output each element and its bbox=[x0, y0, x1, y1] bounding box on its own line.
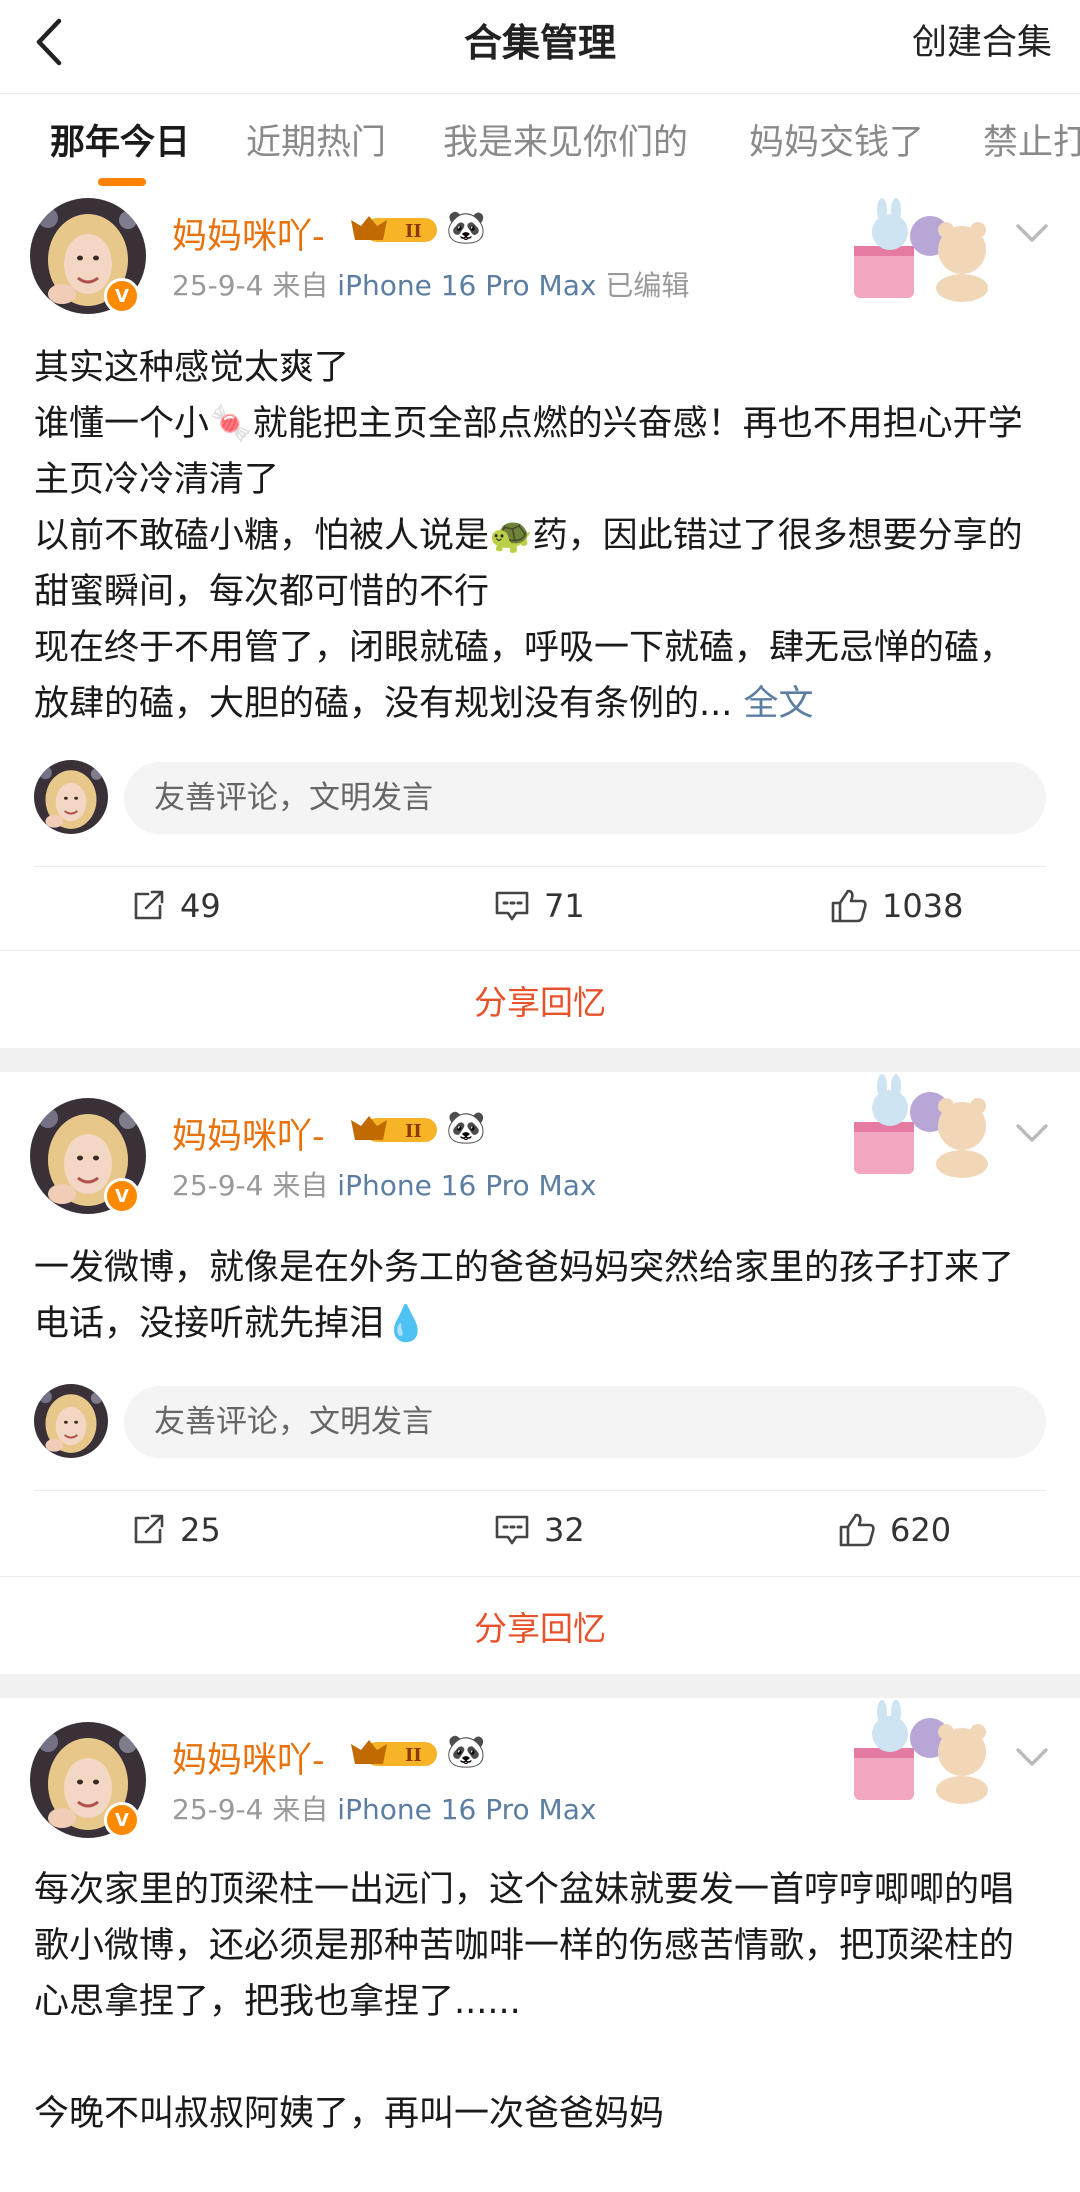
comment-input[interactable]: 友善评论，文明发言 bbox=[124, 1386, 1046, 1458]
plush-toys-decoration bbox=[854, 1700, 988, 1804]
post-from-label: 来自 bbox=[272, 1793, 329, 1826]
repost-button[interactable]: 25 bbox=[132, 1500, 221, 1560]
comment-button[interactable]: 71 bbox=[494, 876, 585, 936]
like-count: 1038 bbox=[882, 887, 964, 925]
post-device: iPhone 16 Pro Max bbox=[337, 269, 597, 302]
post-separator bbox=[0, 1674, 1080, 1698]
post-meta: 25-9-4 来自 iPhone 16 Pro Max bbox=[172, 1164, 596, 1204]
post-from-label: 来自 bbox=[272, 269, 329, 302]
my-avatar bbox=[34, 1384, 108, 1458]
comment-count: 71 bbox=[544, 887, 585, 925]
post-username[interactable]: 妈妈咪吖- bbox=[172, 208, 325, 259]
verified-badge-icon: V bbox=[104, 1802, 140, 1838]
share-out-icon bbox=[134, 1514, 164, 1544]
post-card-3: V 妈妈咪吖- II 🐼 25-9-4 来自 iPhone 16 Pro Max… bbox=[0, 1698, 1080, 2192]
post-separator bbox=[0, 1048, 1080, 1072]
comment-input[interactable]: 友善评论，文明发言 bbox=[124, 762, 1046, 834]
create-collection-button[interactable]: 创建合集 bbox=[912, 0, 1052, 78]
svg-text:II: II bbox=[405, 1121, 422, 1142]
post-from-label: 来自 bbox=[272, 1169, 329, 1202]
svg-text:II: II bbox=[405, 1745, 422, 1766]
divider bbox=[0, 1576, 1080, 1577]
thumbs-up-icon bbox=[831, 889, 867, 923]
plush-toys-decoration bbox=[854, 198, 988, 302]
panda-icon: 🐼 bbox=[446, 208, 486, 246]
post-date: 25-9-4 bbox=[172, 1793, 264, 1826]
post-line: 每次家里的顶梁柱一出远门，这个盆妹就要发一首哼哼唧唧的唱歌小微博，还必须是那种苦… bbox=[34, 1870, 1015, 2022]
divider bbox=[34, 866, 1046, 867]
post-date: 25-9-4 bbox=[172, 1169, 264, 1202]
crown-member-icon: II bbox=[351, 1740, 437, 1766]
verified-badge-icon: V bbox=[104, 278, 140, 314]
my-avatar bbox=[34, 760, 108, 834]
post-username[interactable]: 妈妈咪吖- bbox=[172, 1108, 325, 1159]
post-meta: 25-9-4 来自 iPhone 16 Pro Max bbox=[172, 1788, 596, 1828]
post-line bbox=[34, 2030, 1044, 2086]
plush-toys-decoration bbox=[854, 1074, 988, 1178]
post-edited-label: 已编辑 bbox=[605, 269, 690, 302]
chevron-down-icon[interactable] bbox=[1012, 1742, 1052, 1770]
panda-icon: 🐼 bbox=[446, 1108, 486, 1146]
comment-icon bbox=[495, 891, 529, 921]
tab-forbidden[interactable]: 禁止打 bbox=[983, 118, 1080, 168]
post-line: 其实这种感觉太爽了 bbox=[34, 348, 350, 388]
share-memory-button[interactable]: 分享回忆 bbox=[0, 1578, 1080, 1674]
collection-tabs: 那年今日 近期热门 我是来见你们的 妈妈交钱了 禁止打 bbox=[0, 96, 1080, 188]
tab-here-to-see-you[interactable]: 我是来见你们的 bbox=[443, 118, 688, 168]
chevron-down-icon[interactable] bbox=[1012, 218, 1052, 246]
post-line: 以前不敢磕小糖，怕被人说是🐢药，因此错过了很多想要分享的甜蜜瞬间，每次都可惜的不… bbox=[34, 516, 1023, 612]
comment-count: 32 bbox=[544, 1511, 585, 1549]
post-device: iPhone 16 Pro Max bbox=[337, 1793, 597, 1826]
post-line: 谁懂一个小🍬就能把主页全部点燃的兴奋感！再也不用担心开学主页冷冷清清了 bbox=[34, 404, 1023, 500]
post-line: 现在终于不用管了，闭眼就磕，呼吸一下就磕，肆无忌惮的磕，放肆的磕，大胆的磕，没有… bbox=[34, 620, 1044, 732]
like-button[interactable]: 620 bbox=[838, 1500, 951, 1560]
post-line: 今晚不叫叔叔阿姨了，再叫一次爸爸妈妈 bbox=[34, 2094, 665, 2134]
comment-row: 友善评论，文明发言 bbox=[34, 1384, 1046, 1460]
chevron-down-icon[interactable] bbox=[1012, 1118, 1052, 1146]
tab-mom-paid[interactable]: 妈妈交钱了 bbox=[749, 118, 924, 168]
repost-button[interactable]: 49 bbox=[132, 876, 221, 936]
divider bbox=[0, 950, 1080, 951]
active-tab-indicator bbox=[98, 178, 146, 186]
like-count: 620 bbox=[890, 1511, 952, 1549]
comment-icon bbox=[495, 1515, 529, 1545]
thumbs-up-icon bbox=[839, 1513, 875, 1547]
share-memory-button[interactable]: 分享回忆 bbox=[0, 952, 1080, 1048]
verified-badge-icon: V bbox=[104, 1178, 140, 1214]
post-line: 一发微博，就像是在外务工的爸爸妈妈突然给家里的孩子打来了电话，没接听就先掉泪💧 bbox=[34, 1248, 1015, 1344]
full-text-link[interactable]: 全文 bbox=[744, 684, 814, 724]
repost-count: 25 bbox=[180, 1511, 221, 1549]
tab-recent-hot[interactable]: 近期热门 bbox=[246, 118, 386, 168]
post-body: 每次家里的顶梁柱一出远门，这个盆妹就要发一首哼哼唧唧的唱歌小微博，还必须是那种苦… bbox=[34, 1862, 1044, 2142]
divider bbox=[34, 1490, 1046, 1491]
post-body: 一发微博，就像是在外务工的爸爸妈妈突然给家里的孩子打来了电话，没接听就先掉泪💧 bbox=[34, 1240, 1044, 1352]
repost-count: 49 bbox=[180, 887, 221, 925]
crown-member-icon: II bbox=[351, 216, 437, 242]
panda-icon: 🐼 bbox=[446, 1732, 486, 1770]
share-out-icon bbox=[134, 890, 164, 920]
post-date: 25-9-4 bbox=[172, 269, 264, 302]
post-meta: 25-9-4 来自 iPhone 16 Pro Max 已编辑 bbox=[172, 264, 689, 304]
comment-button[interactable]: 32 bbox=[494, 1500, 585, 1560]
post-line-text: 现在终于不用管了，闭眼就磕，呼吸一下就磕，肆无忌惮的磕，放肆的磕，大胆的磕，没有… bbox=[34, 628, 1015, 724]
post-device: iPhone 16 Pro Max bbox=[337, 1169, 597, 1202]
top-nav-bar: 合集管理 创建合集 bbox=[0, 0, 1080, 94]
svg-text:II: II bbox=[405, 221, 422, 242]
post-body: 其实这种感觉太爽了 谁懂一个小🍬就能把主页全部点燃的兴奋感！再也不用担心开学主页… bbox=[34, 340, 1044, 732]
like-button[interactable]: 1038 bbox=[830, 876, 963, 936]
crown-member-icon: II bbox=[351, 1116, 437, 1142]
tab-nianjinri[interactable]: 那年今日 bbox=[50, 118, 190, 168]
post-username[interactable]: 妈妈咪吖- bbox=[172, 1732, 325, 1783]
comment-row: 友善评论，文明发言 bbox=[34, 760, 1046, 836]
